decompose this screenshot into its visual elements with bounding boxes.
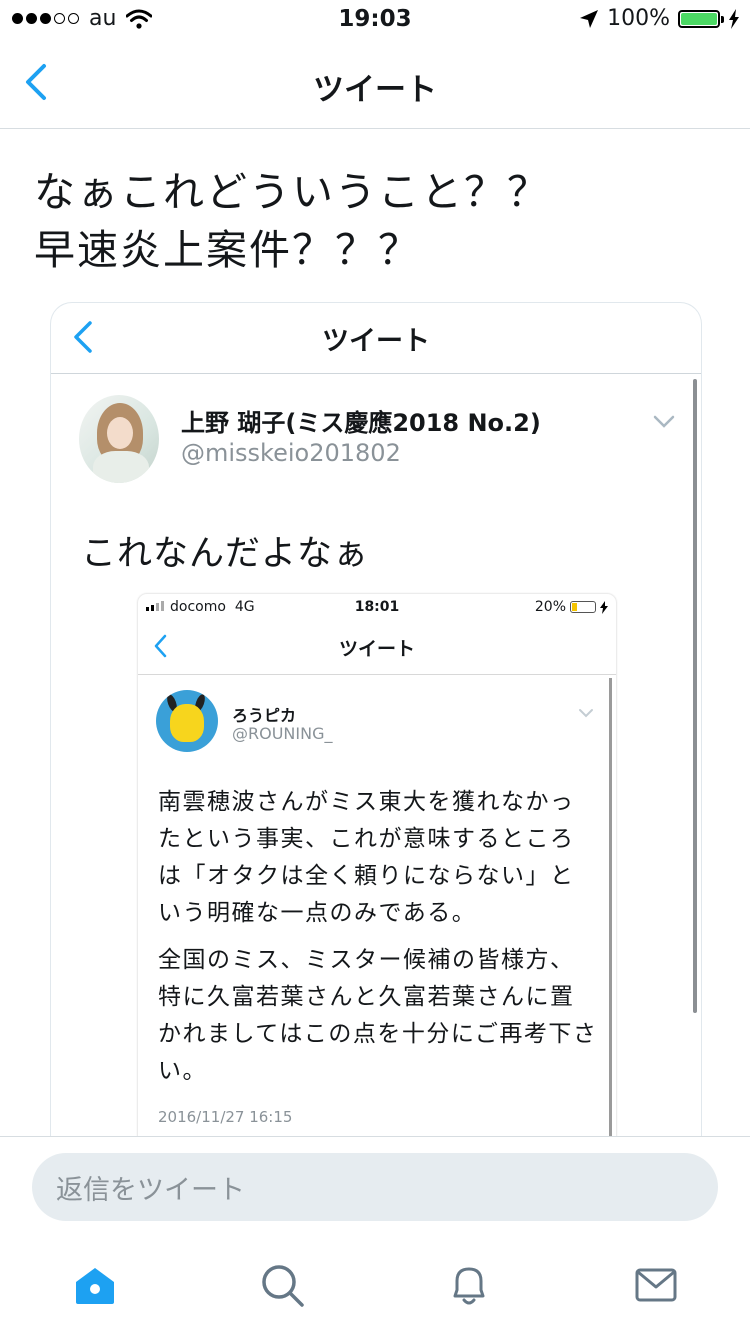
avatar: [79, 395, 159, 483]
photo-scrollbar: [693, 379, 697, 1013]
reply-input[interactable]: 返信をツイート: [32, 1153, 718, 1221]
tab-messages[interactable]: [631, 1260, 681, 1310]
tab-home[interactable]: [70, 1260, 120, 1310]
tab-bar: [0, 1240, 750, 1334]
inner-status-bar: docomo 4G 18:01 20%: [138, 594, 616, 622]
inner-scrollbar: [609, 678, 612, 1137]
battery-icon: [678, 9, 724, 28]
tweet-line: なぁこれどういうこと？？: [34, 168, 550, 216]
inner-author-name: ろうピカ: [232, 706, 297, 725]
charging-bolt-icon: [729, 8, 739, 29]
battery-fill: [681, 12, 717, 25]
inner-nav-title: ツイート: [338, 638, 415, 660]
notifications-bell-icon: [453, 1267, 485, 1305]
tab-notifications[interactable]: [444, 1260, 494, 1310]
author-name: 上野 瑚子(ミス慶應2018 No.2): [181, 409, 541, 437]
status-right: 100%: [579, 6, 740, 31]
inner-author-handle: @ROUNING_: [232, 724, 333, 743]
inner-paragraph: 南雲穂波さんがミス東大を獲れなかったという事実、これが意味するところは「オタクは…: [158, 789, 575, 926]
tweet-text: なぁこれどういうこと？？ 早速炎上案件？？？: [34, 163, 724, 279]
reply-bar: 返信をツイート: [0, 1136, 750, 1241]
embedded-tweet-text: これなんだよなぁ: [81, 534, 370, 574]
tweet-line: 早速炎上案件？？？: [34, 226, 421, 274]
tweet-photo[interactable]: ツイート 上野 瑚子(ミス慶應2018 No.2) @misskeio20180…: [50, 302, 702, 1137]
inner-nav-bar: ツイート: [138, 622, 616, 675]
chevron-down-icon: [653, 415, 675, 428]
avatar: [156, 690, 218, 752]
messages-envelope-icon: [635, 1268, 677, 1302]
battery-percent: 100%: [607, 6, 670, 31]
status-bar: au 19:03 100%: [0, 0, 750, 40]
inner-paragraph: 全国のミス、ミスター候補の皆様方、特に久富若葉さんと久富若葉さんに置かれましては…: [158, 947, 598, 1084]
photo-nav-title: ツイート: [322, 326, 430, 357]
author-handle: @misskeio201802: [181, 439, 401, 467]
charging-bolt-icon: [600, 600, 608, 614]
home-icon: [76, 1268, 114, 1304]
inner-tweet-date: 2016/11/27 16:15: [158, 1108, 293, 1126]
nav-bar: ツイート: [0, 40, 750, 129]
battery-icon: [570, 601, 596, 613]
inner-battery-percent: 20%: [534, 599, 566, 615]
inner-status-right: 20%: [535, 599, 608, 615]
inner-tweet-body: 南雲穂波さんがミス東大を獲れなかったという事実、これが意味するところは「オタクは…: [158, 784, 598, 1100]
photo-nav-bar: ツイート: [51, 303, 701, 374]
nested-screenshot: docomo 4G 18:01 20% ツイート ろうピカ @ROUNING_ …: [137, 593, 617, 1137]
location-arrow-icon: [580, 9, 599, 28]
chevron-down-icon: [579, 709, 593, 718]
tab-search[interactable]: [257, 1260, 307, 1310]
page-title: ツイート: [313, 72, 437, 108]
search-icon: [262, 1265, 304, 1307]
